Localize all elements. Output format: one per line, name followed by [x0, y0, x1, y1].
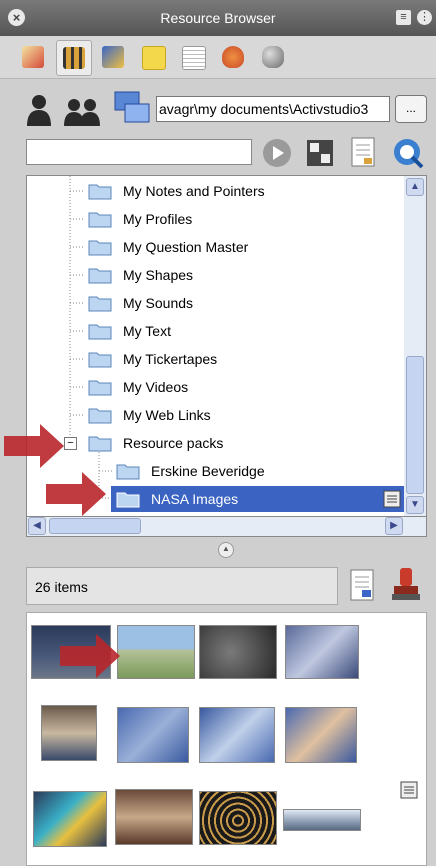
- single-user-icon[interactable]: [26, 94, 52, 126]
- computer-icon[interactable]: [113, 90, 151, 126]
- folder-icon: [88, 268, 112, 284]
- window-title: Resource Browser: [160, 10, 276, 26]
- annotation-arrow-icon: [4, 424, 64, 468]
- document-icon: [182, 46, 206, 70]
- tab-dice[interactable]: [256, 40, 290, 74]
- stamp-icon[interactable]: [390, 566, 422, 604]
- vertical-scrollbar[interactable]: ▲ ▼: [404, 176, 426, 516]
- tree-item-label: My Videos: [123, 379, 189, 395]
- folder-icon: [116, 492, 140, 508]
- pen-icon: [102, 46, 124, 68]
- document-properties-icon[interactable]: [348, 568, 376, 604]
- thumbnail[interactable]: [199, 707, 275, 763]
- sticky-note-icon: [142, 46, 166, 70]
- search-icon[interactable]: [392, 137, 424, 169]
- folder-icon: [88, 408, 112, 424]
- tree-item[interactable]: My Sounds: [27, 289, 405, 317]
- tab-spinning-top[interactable]: [216, 40, 250, 74]
- thumbnail[interactable]: [285, 625, 359, 679]
- tab-my-resources[interactable]: [16, 40, 50, 74]
- tree-item-label: My Shapes: [123, 267, 194, 283]
- thumbnail[interactable]: [33, 791, 107, 847]
- tab-document[interactable]: [176, 40, 210, 74]
- folder-icon: [88, 240, 112, 256]
- thumbnail[interactable]: [199, 791, 277, 845]
- folder-icon: [88, 352, 112, 368]
- tree-item[interactable]: My Tickertapes: [27, 345, 405, 373]
- tree-item[interactable]: My Web Links: [27, 401, 405, 429]
- play-icon[interactable]: [262, 138, 292, 168]
- status-bar: 26 items: [26, 567, 338, 605]
- item-count: 26 items: [35, 579, 88, 595]
- horizontal-scrollbar[interactable]: ◀ ▶: [26, 517, 427, 537]
- tree-item-label: My Sounds: [123, 295, 194, 311]
- scroll-right-icon[interactable]: ▶: [385, 517, 403, 535]
- title-bar: × Resource Browser ≡ ⋮: [0, 0, 436, 36]
- tree-item[interactable]: My Videos: [27, 373, 405, 401]
- thumbnail[interactable]: [285, 707, 357, 763]
- tab-notes[interactable]: [136, 40, 170, 74]
- folder-icon: [88, 324, 112, 340]
- tree-item[interactable]: − Resource packs: [27, 429, 405, 457]
- tree-item[interactable]: My Notes and Pointers: [27, 177, 405, 205]
- search-input[interactable]: [26, 139, 252, 165]
- tree-item[interactable]: My Profiles: [27, 205, 405, 233]
- spinning-top-icon: [222, 46, 244, 68]
- properties-icon[interactable]: [350, 136, 376, 168]
- horizontal-scroll-thumb[interactable]: [49, 518, 141, 534]
- calculator-icon[interactable]: [305, 138, 335, 168]
- tree-item-label: NASA Images: [151, 491, 239, 507]
- tree-item-label: My Notes and Pointers: [123, 183, 265, 199]
- scroll-up-icon[interactable]: ▲: [406, 178, 424, 196]
- stack-icon: [22, 46, 44, 68]
- tree-item-label: My Text: [123, 323, 171, 339]
- browse-button[interactable]: ...: [395, 95, 427, 123]
- folder-icon: [88, 380, 112, 396]
- dice-icon: [262, 46, 284, 68]
- tree-item-label: Resource packs: [123, 435, 224, 451]
- folder-icon: [116, 464, 140, 480]
- film-strip-icon: [63, 47, 85, 69]
- annotation-arrow-icon: [60, 634, 120, 678]
- folder-icon: [88, 184, 112, 200]
- properties-icon[interactable]: [400, 781, 418, 799]
- tree-item-label: My Question Master: [123, 239, 249, 255]
- thumbnail[interactable]: [283, 809, 361, 831]
- menu-icon[interactable]: ≡: [396, 10, 411, 25]
- tree-item-label: My Tickertapes: [123, 351, 218, 367]
- thumbnail[interactable]: [115, 789, 193, 845]
- tree-item[interactable]: My Text: [27, 317, 405, 345]
- folder-icon: [88, 436, 112, 452]
- tab-toolbar: [0, 36, 436, 79]
- scroll-down-icon[interactable]: ▼: [406, 496, 424, 514]
- thumbnail[interactable]: [199, 625, 277, 679]
- tree-item-label: Erskine Beveridge: [151, 463, 265, 479]
- annotation-arrow-icon: [46, 472, 106, 516]
- thumbnail[interactable]: [117, 625, 195, 679]
- thumbnail[interactable]: [41, 705, 97, 761]
- group-users-icon[interactable]: [64, 98, 100, 126]
- tree-item[interactable]: My Question Master: [27, 233, 405, 261]
- tab-shared-resources[interactable]: [56, 40, 92, 76]
- tree-item[interactable]: My Shapes: [27, 261, 405, 289]
- properties-icon[interactable]: [383, 490, 401, 508]
- folder-icon: [88, 296, 112, 312]
- thumbnail[interactable]: [117, 707, 189, 763]
- folder-path-input[interactable]: avagr\my documents\Activstudio3: [156, 96, 390, 122]
- tab-pen-tool[interactable]: [96, 40, 130, 74]
- options-icon[interactable]: ⋮: [417, 10, 432, 25]
- folder-icon: [88, 212, 112, 228]
- vertical-scroll-thumb[interactable]: [406, 356, 424, 494]
- collapse-panel-icon[interactable]: ▲: [218, 542, 234, 558]
- folder-tree[interactable]: My Notes and Pointers My Profiles My Que…: [26, 175, 427, 517]
- tree-item-label: My Profiles: [123, 211, 193, 227]
- scroll-left-icon[interactable]: ◀: [28, 517, 46, 535]
- tree-item-label: My Web Links: [123, 407, 211, 423]
